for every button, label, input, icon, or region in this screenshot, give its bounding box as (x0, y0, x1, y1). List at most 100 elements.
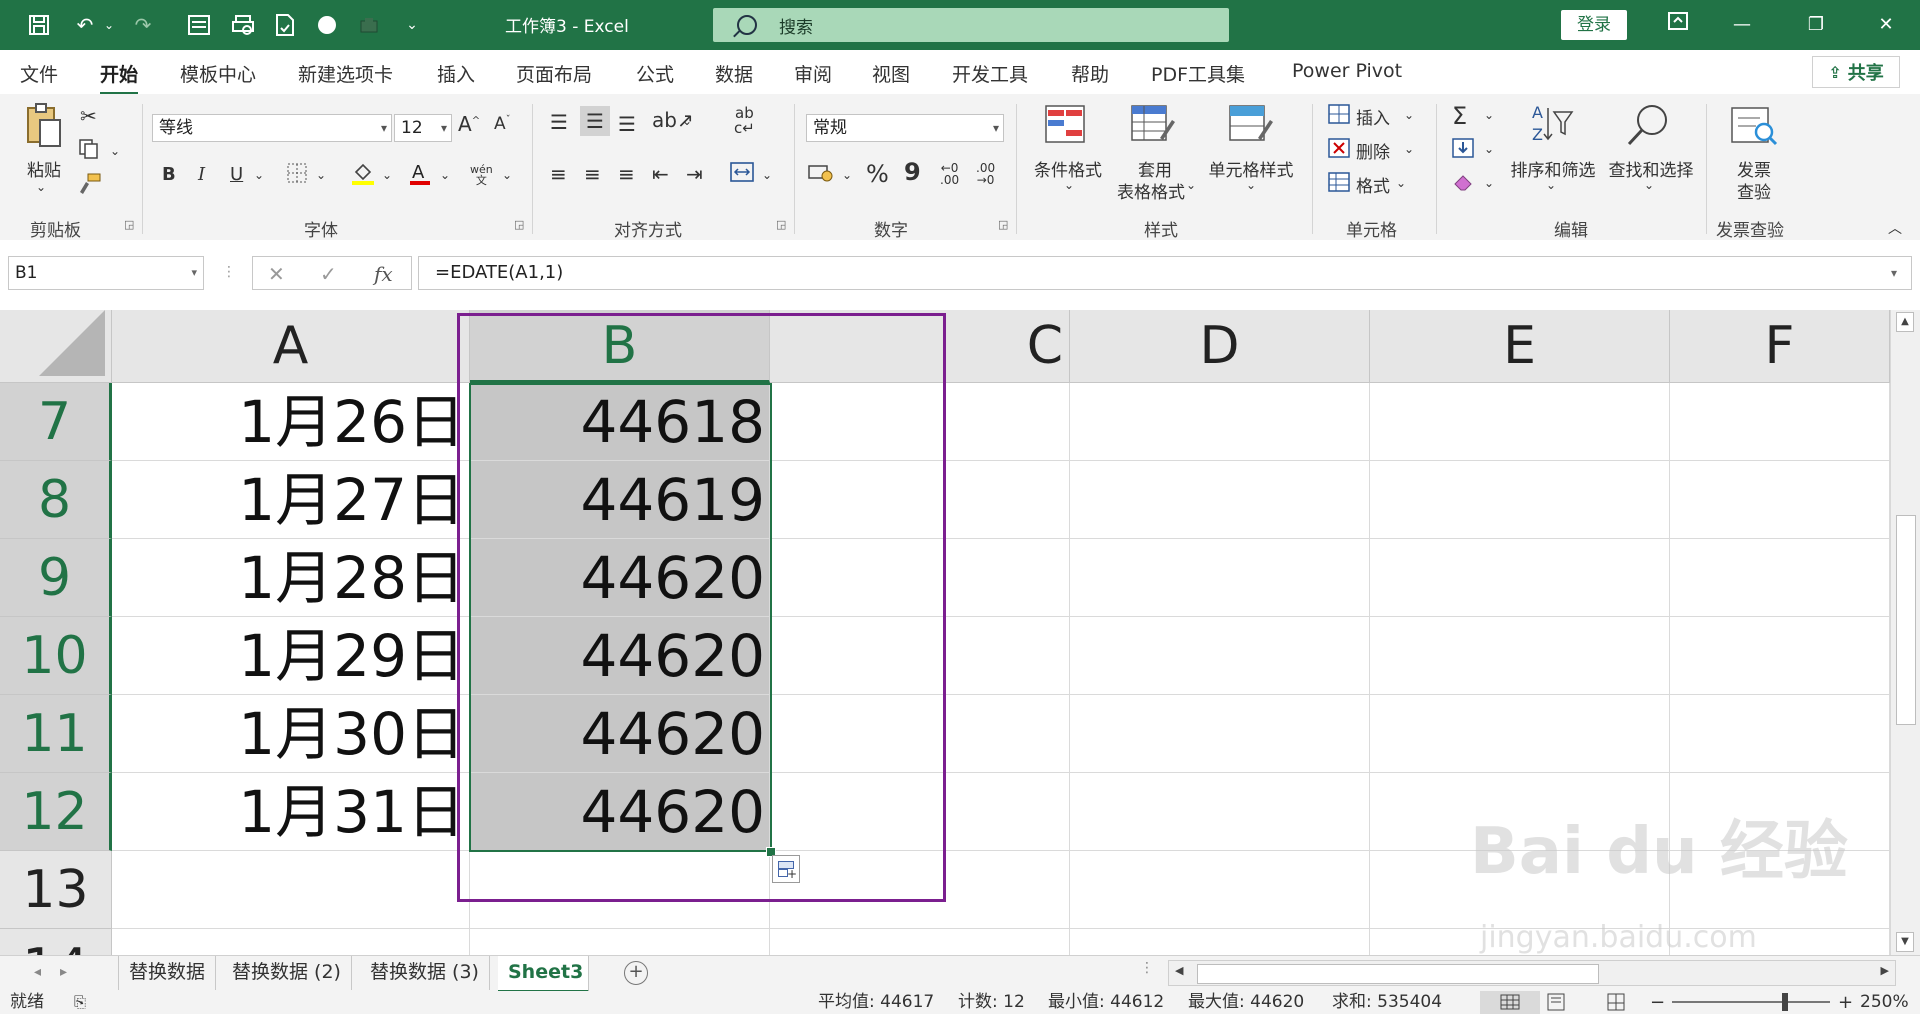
cell-f9[interactable] (1670, 539, 1890, 617)
add-sheet-icon[interactable]: + (624, 961, 648, 985)
cell-a13[interactable] (112, 851, 470, 929)
scroll-thumb[interactable] (1896, 515, 1916, 725)
macro-record-icon[interactable]: ⎘ (74, 991, 86, 1014)
fill-color-dropdown-icon[interactable]: ⌄ (382, 168, 392, 182)
clipboard-launcher-icon[interactable]: ◲ (124, 218, 134, 231)
minimize-icon[interactable]: — (1722, 10, 1762, 40)
row-header[interactable]: 9 (0, 539, 112, 617)
cell-a12[interactable]: 1月31日 (112, 773, 470, 851)
cell-e11[interactable] (1370, 695, 1670, 773)
normal-view-button[interactable] (1480, 991, 1540, 1014)
tab-view[interactable]: 视图 (872, 60, 910, 87)
percent-button[interactable]: % (866, 160, 889, 188)
tab-insert[interactable]: 插入 (437, 60, 475, 87)
sheet-tab[interactable]: 替换数据 (118, 956, 217, 990)
column-header-f[interactable]: F (1670, 310, 1890, 383)
format-cells-icon[interactable] (1328, 172, 1350, 197)
select-all-button[interactable] (0, 310, 112, 383)
name-box[interactable]: B1 ▾ (8, 256, 204, 290)
conditional-format-icon[interactable] (1044, 104, 1086, 149)
zoom-in-icon[interactable]: + (1838, 991, 1853, 1014)
copy-icon[interactable] (78, 138, 100, 165)
decrease-font-icon[interactable]: Aˇ (494, 114, 511, 134)
restore-icon[interactable]: ❐ (1796, 10, 1836, 40)
cell-d14[interactable] (1070, 929, 1370, 955)
font-name-combo[interactable]: 等线 ▾ (152, 114, 392, 142)
font-size-combo[interactable]: 12 ▾ (394, 114, 452, 142)
enter-icon[interactable]: ✓ (320, 262, 337, 286)
cell-styles-dropdown-icon[interactable]: ⌄ (1246, 178, 1256, 192)
underline-button[interactable]: U (230, 164, 243, 185)
tab-review[interactable]: 审阅 (794, 60, 832, 87)
cell-e8[interactable] (1370, 461, 1670, 539)
scroll-left-icon[interactable]: ◀ (1175, 964, 1183, 977)
row-header[interactable]: 13 (0, 851, 112, 929)
increase-font-icon[interactable]: A^ (458, 112, 480, 136)
cell-d8[interactable] (1070, 461, 1370, 539)
clear-icon[interactable] (1452, 172, 1474, 197)
search-box[interactable]: 搜索 (713, 8, 1229, 42)
tab-pdf-tools[interactable]: PDF工具集 (1151, 60, 1245, 87)
zoom-out-icon[interactable]: − (1650, 991, 1665, 1014)
column-header-d[interactable]: D (1070, 310, 1370, 383)
cell-f13[interactable] (1670, 851, 1890, 929)
insert-cells-icon[interactable] (1328, 104, 1350, 129)
cell-b14[interactable] (470, 929, 770, 955)
tab-formulas[interactable]: 公式 (636, 60, 674, 87)
undo-dropdown-icon[interactable]: ⌄ (102, 10, 116, 40)
ribbon-display-icon[interactable] (1658, 10, 1698, 40)
bold-button[interactable]: B (162, 164, 176, 185)
cell-f8[interactable] (1670, 461, 1890, 539)
cell-d13[interactable] (1070, 851, 1370, 929)
sort-filter-icon[interactable]: AZ (1530, 102, 1574, 151)
cell-e10[interactable] (1370, 617, 1670, 695)
cell-e13[interactable] (1370, 851, 1670, 929)
cell-a8[interactable]: 1月27日 (112, 461, 470, 539)
sheet-tab[interactable]: 替换数据 (3) (360, 956, 490, 990)
tab-file[interactable]: 文件 (20, 60, 58, 87)
form-icon[interactable] (184, 10, 214, 40)
tab-help[interactable]: 帮助 (1071, 60, 1109, 87)
scroll-thumb[interactable] (1197, 964, 1599, 984)
phonetic-icon[interactable]: wén 文 (470, 164, 493, 186)
font-launcher-icon[interactable]: ◲ (514, 218, 524, 231)
autosum-icon[interactable]: Σ (1452, 102, 1467, 130)
cell-e7[interactable] (1370, 383, 1670, 461)
border-icon[interactable] (286, 162, 308, 189)
font-color-dropdown-icon[interactable]: ⌄ (440, 168, 450, 182)
underline-dropdown-icon[interactable]: ⌄ (254, 168, 264, 182)
conditional-format-dropdown-icon[interactable]: ⌄ (1064, 178, 1074, 192)
cancel-icon[interactable]: ✕ (268, 262, 285, 286)
invoice-check-icon[interactable] (1730, 104, 1778, 151)
align-left-icon[interactable]: ≡ (550, 162, 567, 186)
fill-color-icon[interactable] (350, 160, 376, 191)
comma-style-button[interactable]: 9 (904, 158, 921, 186)
cell-e12[interactable] (1370, 773, 1670, 851)
cell-f14[interactable] (1670, 929, 1890, 955)
sort-filter-dropdown-icon[interactable]: ⌄ (1546, 178, 1556, 192)
row-header[interactable]: 11 (0, 695, 112, 773)
clear-dropdown-icon[interactable]: ⌄ (1484, 176, 1494, 190)
camera-icon[interactable] (354, 10, 384, 40)
format-as-table-icon[interactable] (1130, 104, 1176, 151)
row-header[interactable]: 12 (0, 773, 112, 851)
cut-icon[interactable]: ✂ (80, 104, 97, 128)
decrease-indent-icon[interactable]: ⇤ (652, 162, 669, 186)
cell-styles-icon[interactable] (1228, 104, 1274, 151)
zoom-slider-thumb[interactable] (1782, 993, 1788, 1011)
collapse-ribbon-icon[interactable]: ︿ (1888, 218, 1902, 238)
delete-cells-icon[interactable] (1328, 138, 1350, 163)
merge-center-icon[interactable] (730, 162, 754, 187)
scroll-down-icon[interactable]: ▼ (1896, 932, 1914, 952)
tab-data[interactable]: 数据 (715, 60, 753, 87)
document-check-icon[interactable] (270, 10, 300, 40)
zoom-slider[interactable] (1672, 1001, 1830, 1003)
cell-d7[interactable] (1070, 383, 1370, 461)
cell-f12[interactable] (1670, 773, 1890, 851)
close-icon[interactable]: ✕ (1866, 10, 1906, 40)
cell-e14[interactable] (1370, 929, 1670, 955)
invoice-check-label-2[interactable]: 查验 (1734, 178, 1774, 203)
align-center-icon[interactable]: ≡ (584, 162, 601, 186)
horizontal-scrollbar[interactable]: ◀ ▶ (1168, 960, 1896, 986)
cell-d12[interactable] (1070, 773, 1370, 851)
